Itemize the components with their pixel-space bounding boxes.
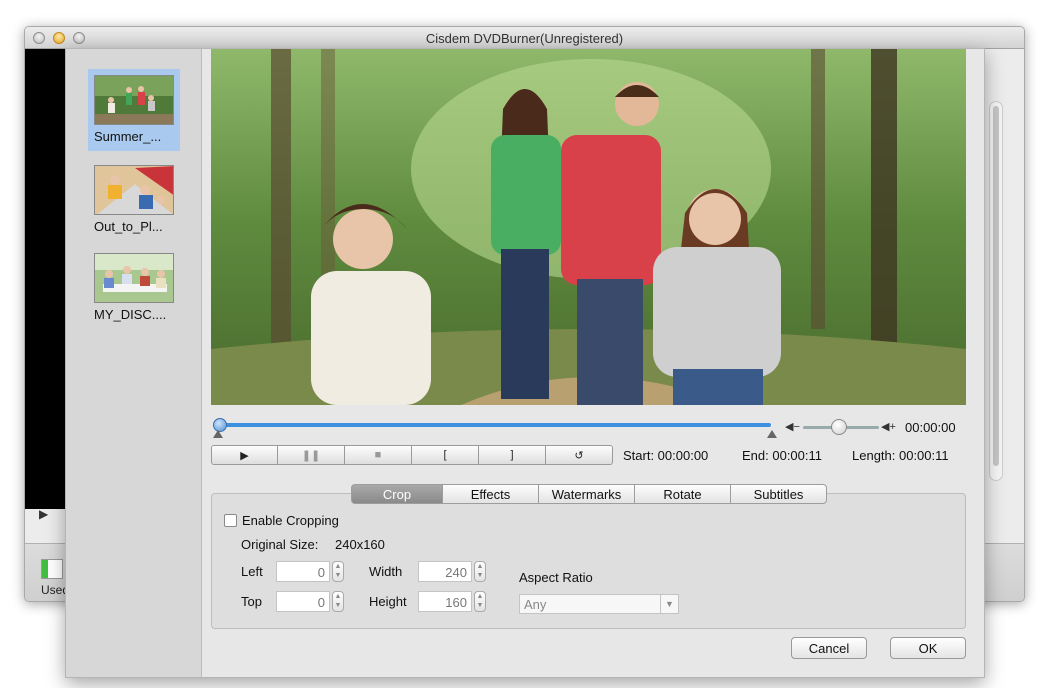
aspect-ratio-select[interactable]: Any ▼ [519,594,679,614]
mark-in-icon: [ [443,449,447,461]
edit-tabs: Crop Effects Watermarks Rotate Subtitles [351,484,827,504]
mark-in-button[interactable]: [ [412,445,479,465]
tab-effects[interactable]: Effects [443,484,539,504]
aspect-ratio-label: Aspect Ratio [519,570,593,585]
clip-thumbnail [94,253,174,303]
left-input[interactable]: 0 [276,561,330,582]
crop-panel: Enable Cropping Original Size: 240x160 L… [211,493,966,629]
trim-end-marker[interactable] [767,430,777,438]
clip-list: Summer_... Out_to_Pl... MY_DISC.... [66,49,202,677]
trim-length: Length: 00:00:11 [852,448,949,463]
clip-item-summer[interactable]: Summer_... [88,69,180,151]
top-input[interactable]: 0 [276,591,330,612]
trim-end-time: End: 00:00:11 [742,448,822,463]
clip-thumbnail [94,75,174,125]
mark-out-button[interactable]: ] [479,445,546,465]
video-preview [211,49,966,405]
playback-controls: ▶ ❚❚ ■ [ ] ↺ [211,445,613,465]
width-label: Width [369,564,403,579]
top-stepper[interactable]: ▲ ▼ [332,591,344,612]
cancel-button[interactable]: Cancel [791,637,867,659]
enable-cropping-checkbox[interactable] [224,514,237,527]
background-play-icon[interactable]: ▶ [39,507,48,521]
left-label: Left [241,564,263,579]
clip-label: Summer_... [94,129,162,144]
width-stepper[interactable]: ▲ ▼ [474,561,486,582]
clip-thumbnail [94,165,174,215]
title-bar: Cisdem DVDBurner(Unregistered) [25,27,1024,49]
volume-handle[interactable] [831,419,848,435]
seek-bar[interactable] [217,423,771,427]
original-size-value: 240x160 [335,537,385,552]
clip-label: Out_to_Pl... [94,219,163,234]
edit-video-sheet: Summer_... Out_to_Pl... MY_DISC.... ◀− ◀… [65,48,985,678]
background-preview-panel [25,49,67,509]
disc-usage-bar [41,559,63,579]
aspect-ratio-value: Any [524,597,547,612]
window-title: Cisdem DVDBurner(Unregistered) [425,31,624,46]
volume-up-icon[interactable]: ◀+ [881,420,896,433]
volume-down-icon[interactable]: ◀− [785,420,800,433]
reset-icon: ↺ [574,449,584,462]
tab-rotate[interactable]: Rotate [635,484,731,504]
left-stepper[interactable]: ▲ ▼ [332,561,344,582]
background-scrollbar[interactable] [989,101,1003,481]
preview-area: ◀− ◀+ 00:00:00 ▶ ❚❚ ■ [ ] ↺ Start: 00:00… [203,49,984,677]
stop-icon: ■ [374,449,382,461]
tab-watermarks[interactable]: Watermarks [539,484,635,504]
tab-subtitles[interactable]: Subtitles [731,484,827,504]
reset-trim-button[interactable]: ↺ [546,445,613,465]
height-input[interactable]: 160 [418,591,472,612]
height-stepper[interactable]: ▲ ▼ [474,591,486,612]
enable-cropping-label: Enable Cropping [242,513,339,528]
clip-item-my-disc[interactable]: MY_DISC.... [88,247,180,329]
chevron-down-icon: ▼ [660,595,678,613]
ok-button[interactable]: OK [890,637,966,659]
trim-start-marker[interactable] [213,430,223,438]
mark-out-icon: ] [510,449,514,461]
clip-item-out-to-play[interactable]: Out_to_Pl... [88,159,180,241]
original-size-label: Original Size: [241,537,319,552]
top-label: Top [241,594,262,609]
trim-start-time: Start: 00:00:00 [623,448,709,463]
pause-icon: ❚❚ [301,449,321,462]
clip-label: MY_DISC.... [94,307,167,322]
tab-crop[interactable]: Crop [351,484,443,504]
current-time: 00:00:00 [905,420,956,435]
play-button[interactable]: ▶ [211,445,278,465]
width-input[interactable]: 240 [418,561,472,582]
height-label: Height [369,594,407,609]
pause-button[interactable]: ❚❚ [278,445,345,465]
stop-button[interactable]: ■ [345,445,412,465]
play-icon: ▶ [240,449,249,462]
